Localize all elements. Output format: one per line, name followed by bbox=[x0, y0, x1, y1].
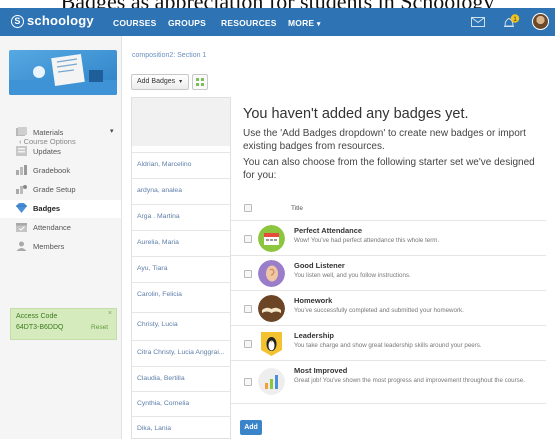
notification-bell-icon[interactable]: 1 bbox=[502, 14, 520, 30]
sidebar-item-label: Updates bbox=[33, 147, 61, 156]
course-illustration bbox=[9, 54, 117, 95]
chevron-down-icon[interactable]: ▾ bbox=[110, 127, 114, 135]
sidebar-item-label: Badges bbox=[33, 204, 61, 213]
chart-badge-icon bbox=[258, 368, 285, 395]
nav-courses[interactable]: COURSES bbox=[113, 18, 156, 28]
sidebar-item-label: Gradebook bbox=[33, 166, 71, 175]
access-code-value: 64DT3-B6DDQ bbox=[16, 324, 64, 331]
access-code-title: Access Code bbox=[16, 313, 58, 320]
sidebar-item-label: Grade Setup bbox=[33, 185, 76, 194]
nav-more[interactable]: MORE ▾ bbox=[288, 18, 321, 28]
badge-description: You take charge and show great leadershi… bbox=[294, 342, 482, 349]
badge-icon bbox=[16, 203, 27, 213]
members-icon bbox=[16, 241, 27, 251]
gradebook-icon bbox=[16, 165, 27, 175]
reset-access-code-link[interactable]: Reset bbox=[91, 324, 108, 331]
updates-icon bbox=[16, 146, 27, 156]
badge-row-most-improved: Most Improved Great job! You've shown th… bbox=[231, 362, 546, 404]
badge-description: Great job! You've shown the most progres… bbox=[294, 377, 525, 384]
student-row[interactable]: Christy, Lucia bbox=[132, 312, 230, 338]
course-profile-image[interactable] bbox=[9, 50, 117, 95]
badge-checkbox[interactable] bbox=[244, 235, 252, 243]
close-icon[interactable]: × bbox=[108, 310, 112, 317]
badge-row-good-listener: Good Listener You listen well, and you f… bbox=[231, 257, 546, 291]
nav-resources[interactable]: RESOURCES bbox=[221, 18, 277, 28]
sidebar-item-materials[interactable]: Materials ▾ bbox=[0, 124, 121, 142]
student-row[interactable]: Aurelia, Maria bbox=[132, 230, 230, 256]
chevron-down-icon: ▾ bbox=[316, 21, 321, 28]
badge-title: Perfect Attendance bbox=[294, 226, 363, 235]
badges-panel: You haven't added any badges yet. Use th… bbox=[231, 97, 555, 439]
student-row[interactable]: Ayu, Tiara bbox=[132, 256, 230, 282]
book-badge-icon bbox=[258, 295, 285, 322]
title-column-header: Title bbox=[291, 205, 304, 212]
badge-title: Homework bbox=[294, 296, 333, 305]
student-list-header bbox=[132, 98, 230, 146]
envelope-icon[interactable] bbox=[471, 17, 485, 27]
badge-checkbox[interactable] bbox=[244, 378, 252, 386]
materials-icon bbox=[16, 127, 27, 136]
student-list: Aldrian, Marcelino ardyna, analea Arga .… bbox=[131, 97, 231, 439]
logo-mark: S bbox=[11, 15, 24, 28]
grid-icon bbox=[196, 78, 204, 86]
chevron-down-icon: ▾ bbox=[179, 79, 183, 85]
sidebar-item-label: Members bbox=[33, 242, 65, 251]
student-row[interactable]: Claudia, Bertilla bbox=[132, 366, 230, 392]
sidebar-item-grade-setup[interactable]: Grade Setup bbox=[0, 181, 121, 199]
student-row[interactable]: ardyna, analea bbox=[132, 178, 230, 204]
sidebar-item-label: Materials bbox=[33, 128, 64, 137]
empty-state-description: Use the 'Add Badges dropdown' to create … bbox=[243, 128, 526, 152]
badge-checkbox[interactable] bbox=[244, 340, 252, 348]
logo-text: schoology bbox=[27, 13, 94, 28]
user-avatar[interactable] bbox=[532, 13, 549, 30]
attendance-icon bbox=[16, 223, 27, 232]
badge-description: Wow! You've had perfect attendance this … bbox=[294, 237, 440, 244]
badge-title: Good Listener bbox=[294, 261, 345, 270]
top-navigation-bar: Sschoology COURSES GROUPS RESOURCES MORE… bbox=[0, 8, 555, 36]
grade-setup-icon bbox=[16, 185, 27, 194]
grid-view-button[interactable] bbox=[192, 74, 208, 90]
badge-checkbox[interactable] bbox=[244, 270, 252, 278]
badge-row-homework: Homework You've successfully completed a… bbox=[231, 292, 546, 326]
badge-row-perfect-attendance: Perfect Attendance Wow! You've had perfe… bbox=[231, 222, 546, 256]
badge-checkbox[interactable] bbox=[244, 305, 252, 313]
access-code-box: Access Code × 64DT3-B6DDQ Reset bbox=[10, 308, 117, 340]
schoology-logo[interactable]: Sschoology bbox=[11, 13, 94, 28]
student-row[interactable]: Arga . Martina bbox=[132, 204, 230, 230]
ear-badge-icon bbox=[258, 260, 285, 287]
empty-state-heading: You haven't added any badges yet. bbox=[243, 106, 469, 122]
badge-title: Most Improved bbox=[294, 366, 348, 375]
sidebar-item-label: Attendance bbox=[33, 223, 71, 232]
nav-more-label: MORE bbox=[288, 18, 315, 28]
sidebar-item-updates[interactable]: Updates bbox=[0, 143, 121, 161]
add-badges-label: Add Badges bbox=[137, 78, 176, 85]
sidebar-item-gradebook[interactable]: Gradebook bbox=[0, 162, 121, 180]
calendar-badge-icon bbox=[258, 225, 285, 252]
student-row[interactable]: Citra Christy, Lucia Anggrai... bbox=[132, 340, 230, 366]
penguin-badge-icon bbox=[261, 332, 282, 356]
add-button[interactable]: Add bbox=[240, 420, 262, 435]
badge-row-leadership: Leadership You take charge and show grea… bbox=[231, 327, 546, 361]
sidebar-item-attendance[interactable]: Attendance bbox=[0, 219, 121, 237]
sidebar-item-badges[interactable]: Badges bbox=[0, 200, 121, 218]
badge-description: You listen well, and you follow instruct… bbox=[294, 272, 411, 279]
add-badges-dropdown[interactable]: Add Badges ▾ bbox=[131, 74, 189, 90]
badge-description: You've successfully completed and submit… bbox=[294, 307, 464, 314]
select-all-checkbox[interactable] bbox=[244, 204, 252, 212]
breadcrumb[interactable]: composition2: Section 1 bbox=[132, 52, 206, 59]
student-row[interactable]: Dika, Lania bbox=[132, 416, 230, 439]
starter-set-description: You can also choose from the following s… bbox=[243, 157, 535, 181]
left-sidebar: ‹ Course Options Materials ▾ Updates Gra… bbox=[0, 36, 122, 439]
badge-title: Leadership bbox=[294, 331, 335, 340]
student-row[interactable]: Cynthia, Cornelia bbox=[132, 391, 230, 417]
nav-groups[interactable]: GROUPS bbox=[168, 18, 206, 28]
student-row[interactable]: Aldrian, Marcelino bbox=[132, 152, 230, 178]
student-row[interactable]: Carolin, Felicia bbox=[132, 282, 230, 308]
sidebar-item-members[interactable]: Members bbox=[0, 238, 121, 256]
badge-table-header: Title bbox=[231, 195, 546, 221]
